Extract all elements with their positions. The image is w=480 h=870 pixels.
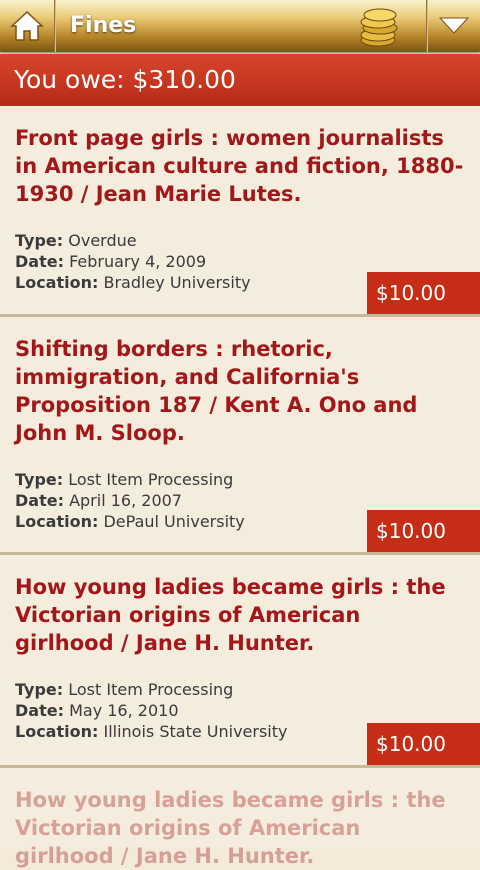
fines-list: Front page girls : women journalists in … bbox=[0, 106, 480, 868]
fine-date: February 4, 2009 bbox=[69, 252, 207, 271]
home-button[interactable] bbox=[0, 0, 54, 52]
fine-type: Overdue bbox=[68, 231, 137, 250]
date-label: Date: bbox=[15, 701, 64, 720]
fine-item[interactable]: Shifting borders : rhetoric, immigration… bbox=[0, 317, 480, 555]
fine-location: Bradley University bbox=[103, 273, 251, 292]
date-label: Date: bbox=[15, 252, 64, 271]
date-label: Date: bbox=[15, 491, 64, 510]
coins-icon bbox=[356, 6, 404, 48]
type-label: Type: bbox=[15, 680, 64, 699]
fine-title: How young ladies became girls : the Vict… bbox=[15, 575, 446, 655]
fine-amount: $10.00 bbox=[367, 272, 480, 314]
fine-item[interactable]: How young ladies became girls : the Vict… bbox=[0, 555, 480, 768]
dropdown-triangle-icon bbox=[439, 17, 469, 34]
type-label: Type: bbox=[15, 231, 64, 250]
fine-amount: $10.00 bbox=[367, 723, 480, 765]
fine-date: May 16, 2010 bbox=[69, 701, 179, 720]
home-icon bbox=[10, 10, 44, 41]
fine-item[interactable]: How young ladies became girls : the Vict… bbox=[0, 768, 480, 868]
page-title: Fines bbox=[70, 13, 137, 38]
divider bbox=[54, 0, 56, 52]
fine-date: April 16, 2007 bbox=[69, 491, 182, 510]
fine-type: Lost Item Processing bbox=[68, 470, 234, 489]
location-label: Location: bbox=[15, 512, 99, 531]
fine-amount: $10.00 bbox=[367, 510, 480, 552]
menu-dropdown-button[interactable] bbox=[428, 0, 480, 52]
fine-location: DePaul University bbox=[103, 512, 245, 531]
fine-item[interactable]: Front page girls : women journalists in … bbox=[0, 106, 480, 317]
fine-type: Lost Item Processing bbox=[68, 680, 234, 699]
amount-owed-banner: You owe: $310.00 bbox=[0, 54, 480, 106]
location-label: Location: bbox=[15, 273, 99, 292]
type-label: Type: bbox=[15, 470, 64, 489]
app-bar: Fines bbox=[0, 0, 480, 52]
fine-title: Shifting borders : rhetoric, immigration… bbox=[15, 337, 418, 445]
fine-title: Front page girls : women journalists in … bbox=[15, 126, 464, 206]
fine-location: Illinois State University bbox=[103, 722, 288, 741]
location-label: Location: bbox=[15, 722, 99, 741]
fine-title: How young ladies became girls : the Vict… bbox=[15, 788, 446, 868]
